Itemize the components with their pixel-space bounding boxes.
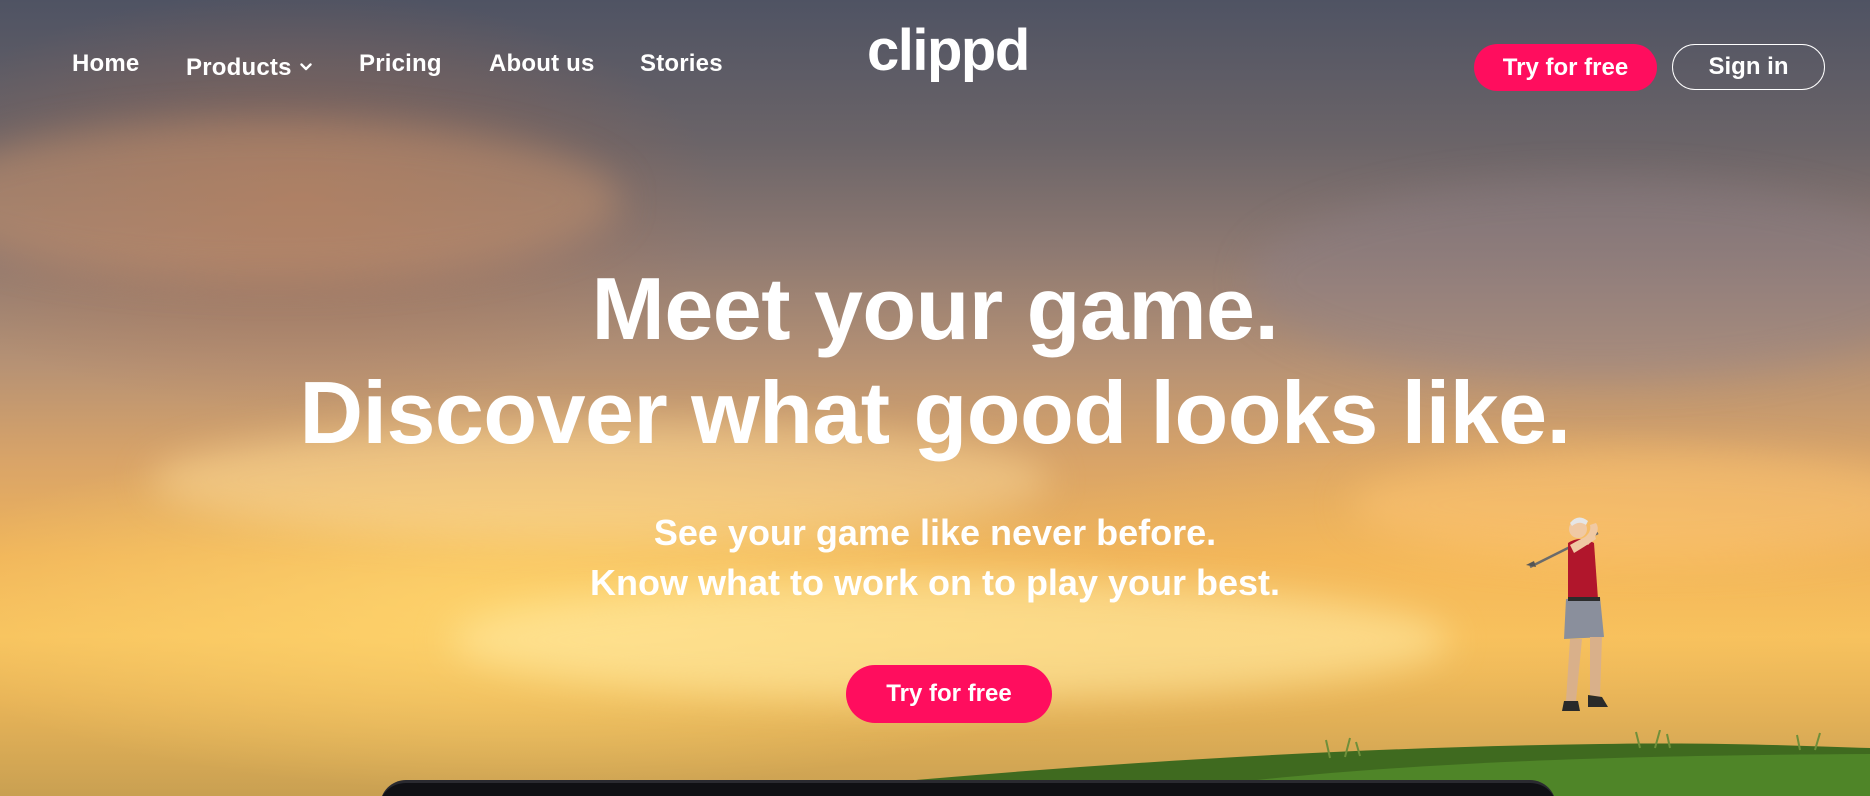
nav-link-products-label: Products	[186, 54, 292, 81]
device-preview-frame	[380, 780, 1556, 796]
try-for-free-hero-button[interactable]: Try for free	[846, 665, 1052, 723]
nav-link-about-us[interactable]: About us	[489, 50, 595, 78]
sky-cloud	[0, 120, 620, 280]
nav-link-home[interactable]: Home	[72, 50, 139, 78]
sign-in-button[interactable]: Sign in	[1672, 44, 1825, 90]
logo-text: clippd	[867, 26, 1029, 83]
hero-headline-line2: Discover what good looks like.	[299, 363, 1571, 462]
hero-headline-line1: Meet your game.	[591, 259, 1279, 358]
chevron-down-icon	[299, 50, 312, 78]
golfer-figure	[1526, 517, 1608, 711]
nav-link-pricing[interactable]: Pricing	[359, 50, 442, 78]
try-for-free-nav-button[interactable]: Try for free	[1474, 44, 1657, 91]
nav-link-stories[interactable]: Stories	[640, 50, 723, 78]
top-navigation: Home Products Pricing About us Stories c…	[0, 0, 1870, 135]
nav-link-products[interactable]: Products	[186, 50, 312, 82]
hero-section: Home Products Pricing About us Stories c…	[0, 0, 1870, 796]
clippd-logo[interactable]: clippd	[867, 26, 1029, 98]
